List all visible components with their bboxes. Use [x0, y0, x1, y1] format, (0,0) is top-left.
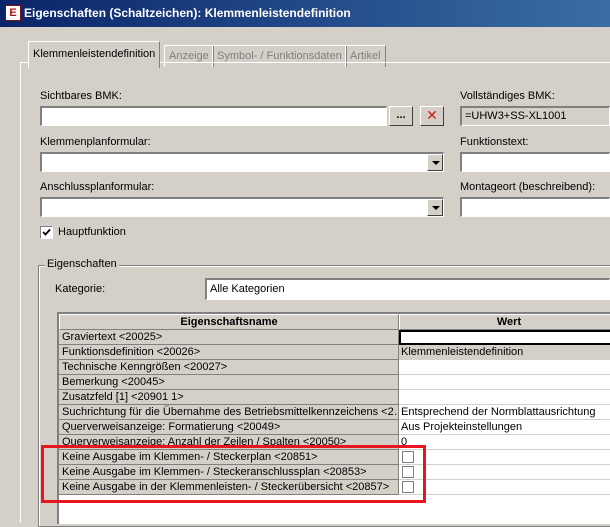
column-header-eigenschaftsname[interactable]: Eigenschaftsname [59, 314, 399, 330]
table-row[interactable]: Bemerkung <20045> [59, 375, 610, 390]
anschlussplanformular-label: Anschlussplanformular: [40, 181, 155, 193]
delete-button[interactable]: ✕ [420, 106, 444, 126]
vollstaendiges-bmk-label: Vollständiges BMK: [460, 90, 555, 102]
hauptfunktion-checkbox[interactable] [40, 226, 53, 239]
eigenschaften-group-title: Eigenschaften [45, 258, 119, 270]
vollstaendiges-bmk-field: =UHW3+SS-XL1001 [460, 106, 610, 126]
property-value-input[interactable] [399, 330, 610, 345]
table-row[interactable]: Zusatzfeld [1] <20901 1> [59, 390, 610, 405]
kategorie-dropdown[interactable]: Alle Kategorien [205, 278, 610, 300]
title-bar[interactable]: E Eigenschaften (Schaltzeichen): Klemmen… [0, 0, 610, 27]
property-checkbox[interactable] [402, 481, 414, 493]
window-title: Eigenschaften (Schaltzeichen): Klemmenle… [24, 6, 351, 20]
klemmenplanformular-label: Klemmenplanformular: [40, 136, 151, 148]
montageort-input[interactable] [460, 197, 610, 217]
table-row[interactable]: Technische Kenngrößen <20027> [59, 360, 610, 375]
property-checkbox[interactable] [402, 451, 414, 463]
anschlussplanformular-dropdown[interactable] [40, 197, 444, 217]
checkmark-icon [42, 228, 51, 236]
chevron-down-icon[interactable] [427, 199, 443, 216]
table-row[interactable]: Suchrichtung für die Übernahme des Betri… [59, 405, 610, 420]
delete-icon: ✕ [426, 107, 438, 123]
chevron-down-icon[interactable] [427, 154, 443, 171]
table-row[interactable]: Funktionsdefinition <20026> Klemmenleist… [59, 345, 610, 360]
sichtbares-bmk-input[interactable] [40, 106, 387, 126]
app-icon: E [5, 5, 21, 21]
funktionstext-input[interactable] [460, 152, 610, 172]
property-checkbox[interactable] [402, 466, 414, 478]
table-row[interactable]: Keine Ausgabe im Klemmen- / Steckerplan … [59, 450, 610, 465]
tab-klemmenleistendefinition[interactable]: Klemmenleistendefinition [28, 41, 161, 68]
properties-grid: Eigenschaftsname Wert Graviertext <20025… [57, 312, 610, 524]
table-row[interactable]: Keine Ausgabe im Klemmen- / Steckeransch… [59, 465, 610, 480]
browse-button[interactable]: ... [389, 106, 413, 126]
funktionstext-label: Funktionstext: [460, 136, 529, 148]
sichtbares-bmk-label: Sichtbares BMK: [40, 90, 122, 102]
table-row[interactable]: Graviertext <20025> [59, 330, 610, 345]
table-row[interactable]: Querverweisanzeige: Anzahl der Zeilen / … [59, 435, 610, 450]
table-row[interactable]: Querverweisanzeige: Formatierung <20049>… [59, 420, 610, 435]
kategorie-label: Kategorie: [55, 283, 106, 295]
column-header-wert[interactable]: Wert [399, 314, 610, 330]
klemmenplanformular-dropdown[interactable] [40, 152, 444, 172]
table-row[interactable]: Keine Ausgabe in der Klemmenleisten- / S… [59, 480, 610, 495]
montageort-label: Montageort (beschreibend): [460, 181, 596, 193]
hauptfunktion-label: Hauptfunktion [58, 226, 126, 238]
